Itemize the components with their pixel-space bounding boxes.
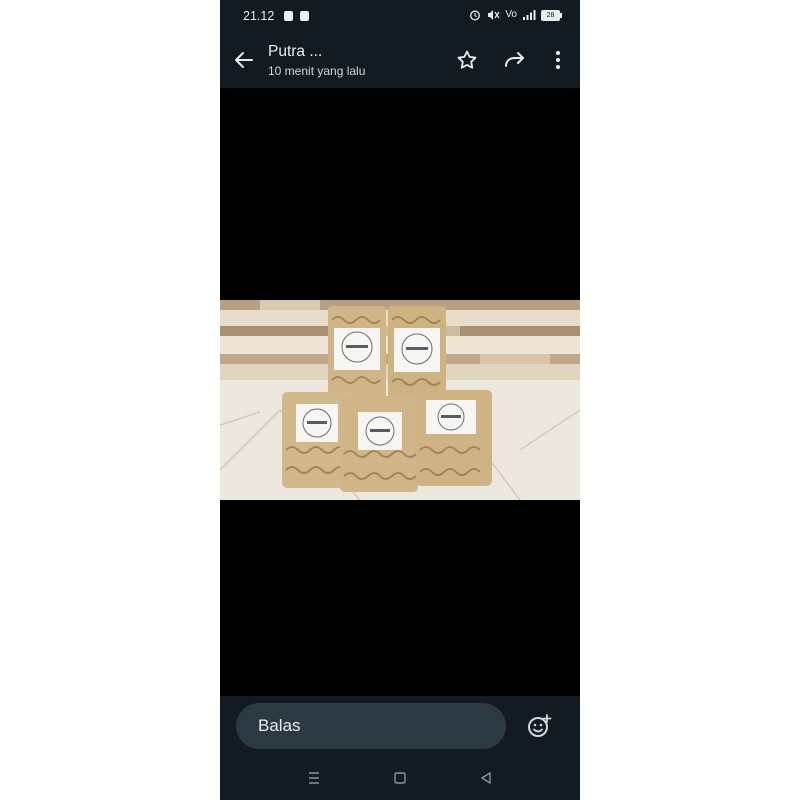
- signal-icon: [523, 10, 536, 20]
- shopping-bag-icon: [284, 11, 293, 21]
- snack-package: [328, 306, 386, 398]
- mute-icon: [488, 10, 500, 20]
- status-time: 21.12: [243, 9, 275, 23]
- sent-time: 10 menit yang lalu: [268, 64, 366, 78]
- snack-package: [340, 396, 418, 492]
- back-triangle-icon[interactable]: [478, 770, 494, 786]
- shared-photo[interactable]: [220, 300, 580, 500]
- status-icons: Vo 28: [469, 9, 562, 21]
- phone-screen: 21.12 Vo 28 Putra ... 10 menit yang lalu…: [220, 0, 580, 800]
- star-icon[interactable]: [455, 48, 479, 72]
- system-nav-bar: [220, 756, 580, 800]
- title-block[interactable]: Putra ... 10 menit yang lalu: [268, 43, 365, 79]
- arrow-left-icon[interactable]: [232, 48, 256, 72]
- status-bar: 21.12 Vo 28: [220, 0, 580, 32]
- snack-package: [416, 390, 492, 486]
- volte-icon: Vo: [505, 9, 517, 20]
- emoji-add-icon[interactable]: [526, 713, 552, 739]
- media-viewer[interactable]: [220, 88, 580, 696]
- alarm-icon: [470, 10, 481, 21]
- snack-package: [388, 306, 446, 398]
- sender-name: Putra ...: [268, 43, 323, 60]
- reply-input[interactable]: Balas: [236, 703, 506, 749]
- more-vert-icon[interactable]: [546, 48, 570, 72]
- forward-icon[interactable]: [503, 48, 527, 72]
- photo-image: [220, 300, 580, 500]
- reply-bar: Balas: [220, 696, 580, 756]
- battery-icon: 28: [541, 9, 562, 21]
- home-icon[interactable]: [392, 770, 408, 786]
- recent-apps-icon[interactable]: [306, 770, 322, 786]
- media-viewer-header: Putra ... 10 menit yang lalu: [220, 32, 580, 88]
- store-icon: [300, 11, 309, 21]
